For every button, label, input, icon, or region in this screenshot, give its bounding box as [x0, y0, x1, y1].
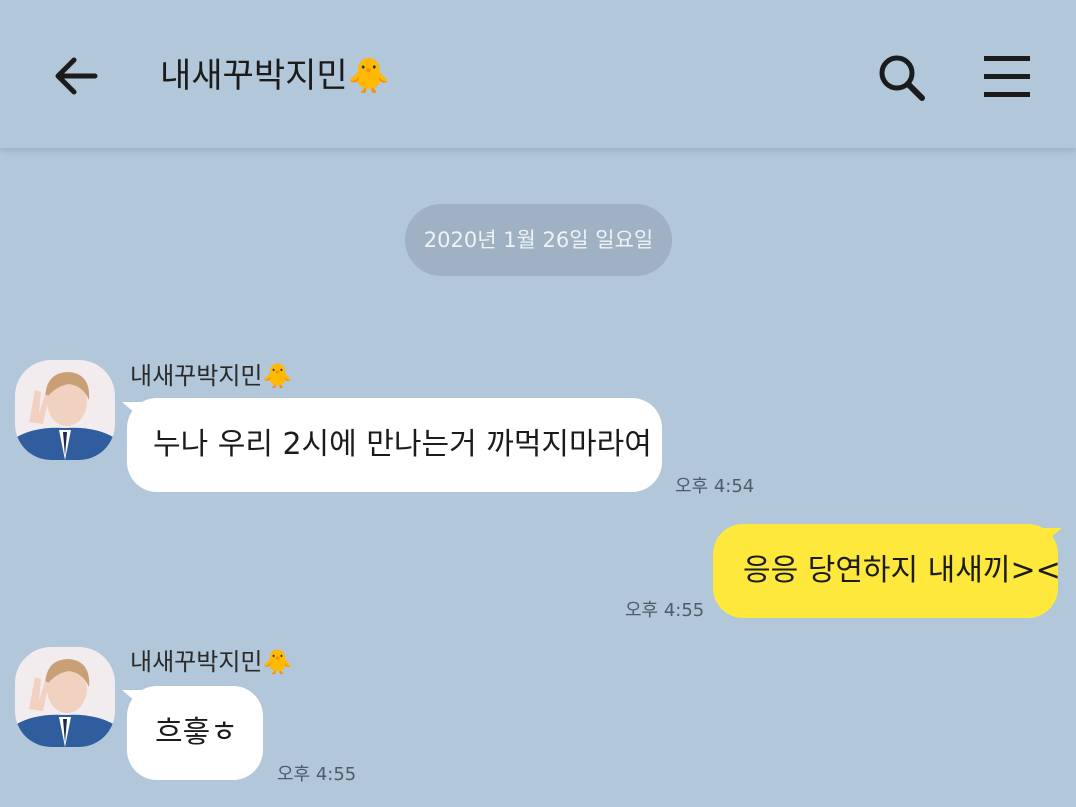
- menu-button[interactable]: [976, 50, 1036, 106]
- sender-name: 내새꾸박지민🐥: [130, 648, 293, 676]
- arrow-left-icon: [55, 57, 98, 95]
- message-bubble[interactable]: 응응 당연하지 내새끼><: [713, 524, 1061, 618]
- message-time: 오후 4:55: [277, 764, 357, 785]
- message-time: 오후 4:54: [675, 476, 755, 497]
- search-button[interactable]: [872, 48, 932, 108]
- message-time: 오후 4:55: [625, 600, 705, 621]
- avatar[interactable]: [15, 647, 115, 747]
- chat-title: 내새꾸박지민🐥: [160, 56, 391, 96]
- profile-photo: [15, 647, 115, 747]
- avatar[interactable]: [15, 360, 115, 460]
- message-bubble[interactable]: 흐흫ㅎ: [127, 686, 263, 780]
- hamburger-menu-icon: [984, 56, 1030, 97]
- back-button[interactable]: [48, 48, 104, 104]
- message-bubble[interactable]: 누나 우리 2시에 만나는거 까먹지마라여: [127, 398, 662, 492]
- chat-header: 내새꾸박지민🐥: [0, 0, 1076, 148]
- profile-photo: [15, 360, 115, 460]
- date-divider: 2020년 1월 26일 일요일: [405, 204, 672, 276]
- bubble-tail: [1036, 528, 1062, 550]
- sender-name: 내새꾸박지민🐥: [130, 362, 293, 390]
- search-icon: [879, 55, 925, 101]
